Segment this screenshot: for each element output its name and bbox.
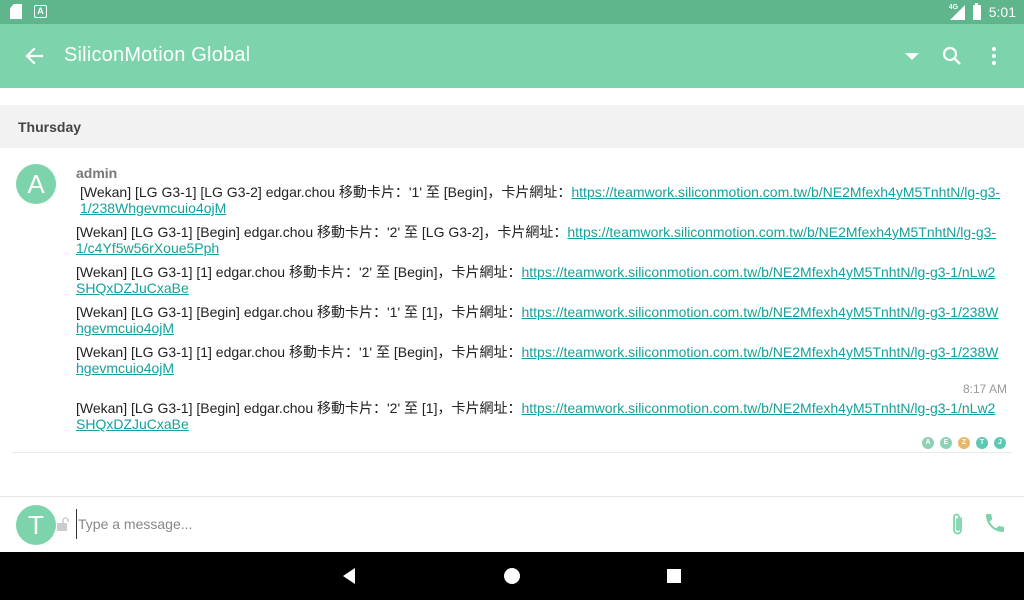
battery-icon [972,2,981,20]
a-icon: A [34,5,47,18]
channel-title: SiliconMotion Global [64,44,251,66]
message-item: [Wekan] [LG G3-1] [LG G3-2] edgar.chou 移… [80,184,1001,216]
message-item: [Wekan] [LG G3-1] [1] edgar.chou 移動卡片：'2… [76,264,996,296]
read-receipt-avatar: A [922,437,934,449]
message-item: [Wekan] [LG G3-1] [1] edgar.chou 移動卡片：'1… [76,344,999,376]
signal-icon: 4G [949,4,965,20]
attach-icon[interactable] [946,511,970,539]
avatar[interactable]: A [16,164,56,204]
back-triangle-icon[interactable] [340,566,360,586]
read-receipt-avatar: J [994,437,1006,449]
message-composer: T [0,496,1024,552]
message-author[interactable]: admin [76,165,117,181]
message-timestamp: 8:17 AM [962,382,1007,396]
phone-icon[interactable] [983,511,1007,535]
back-arrow-icon[interactable] [22,44,50,68]
app-toolbar: SiliconMotion Global [0,24,1024,88]
clock: 5:01 [988,4,1016,20]
divider [12,452,1012,453]
chat-area[interactable]: Thursday A admin [Wekan] [LG G3-1] [LG G… [0,88,1024,496]
lock-icon [56,517,70,531]
message-item: [Wekan] [LG G3-1] [Begin] edgar.chou 移動卡… [76,304,999,336]
recents-square-icon[interactable] [664,566,684,586]
day-label: Thursday [18,119,82,135]
network-type: 4G [948,4,959,11]
status-bar: A 4G 5:01 [0,0,1024,24]
message-input[interactable] [76,509,936,539]
system-nav-bar [0,552,1024,600]
dropdown-icon[interactable] [898,42,926,70]
day-separator: Thursday [0,105,1024,148]
read-receipt-avatar: E [940,437,952,449]
message-item: [Wekan] [LG G3-1] [Begin] edgar.chou 移動卡… [76,400,996,432]
sd-card-icon [10,4,22,19]
read-receipt-avatar: T [976,437,988,449]
read-receipt-avatar: Z [958,437,970,449]
more-vert-icon[interactable] [980,42,1008,70]
read-receipts[interactable]: A E Z T J [922,437,1006,449]
message-item: [Wekan] [LG G3-1] [Begin] edgar.chou 移動卡… [76,224,997,256]
search-icon[interactable] [938,42,966,70]
user-avatar[interactable]: T [16,505,56,545]
home-circle-icon[interactable] [502,566,522,586]
